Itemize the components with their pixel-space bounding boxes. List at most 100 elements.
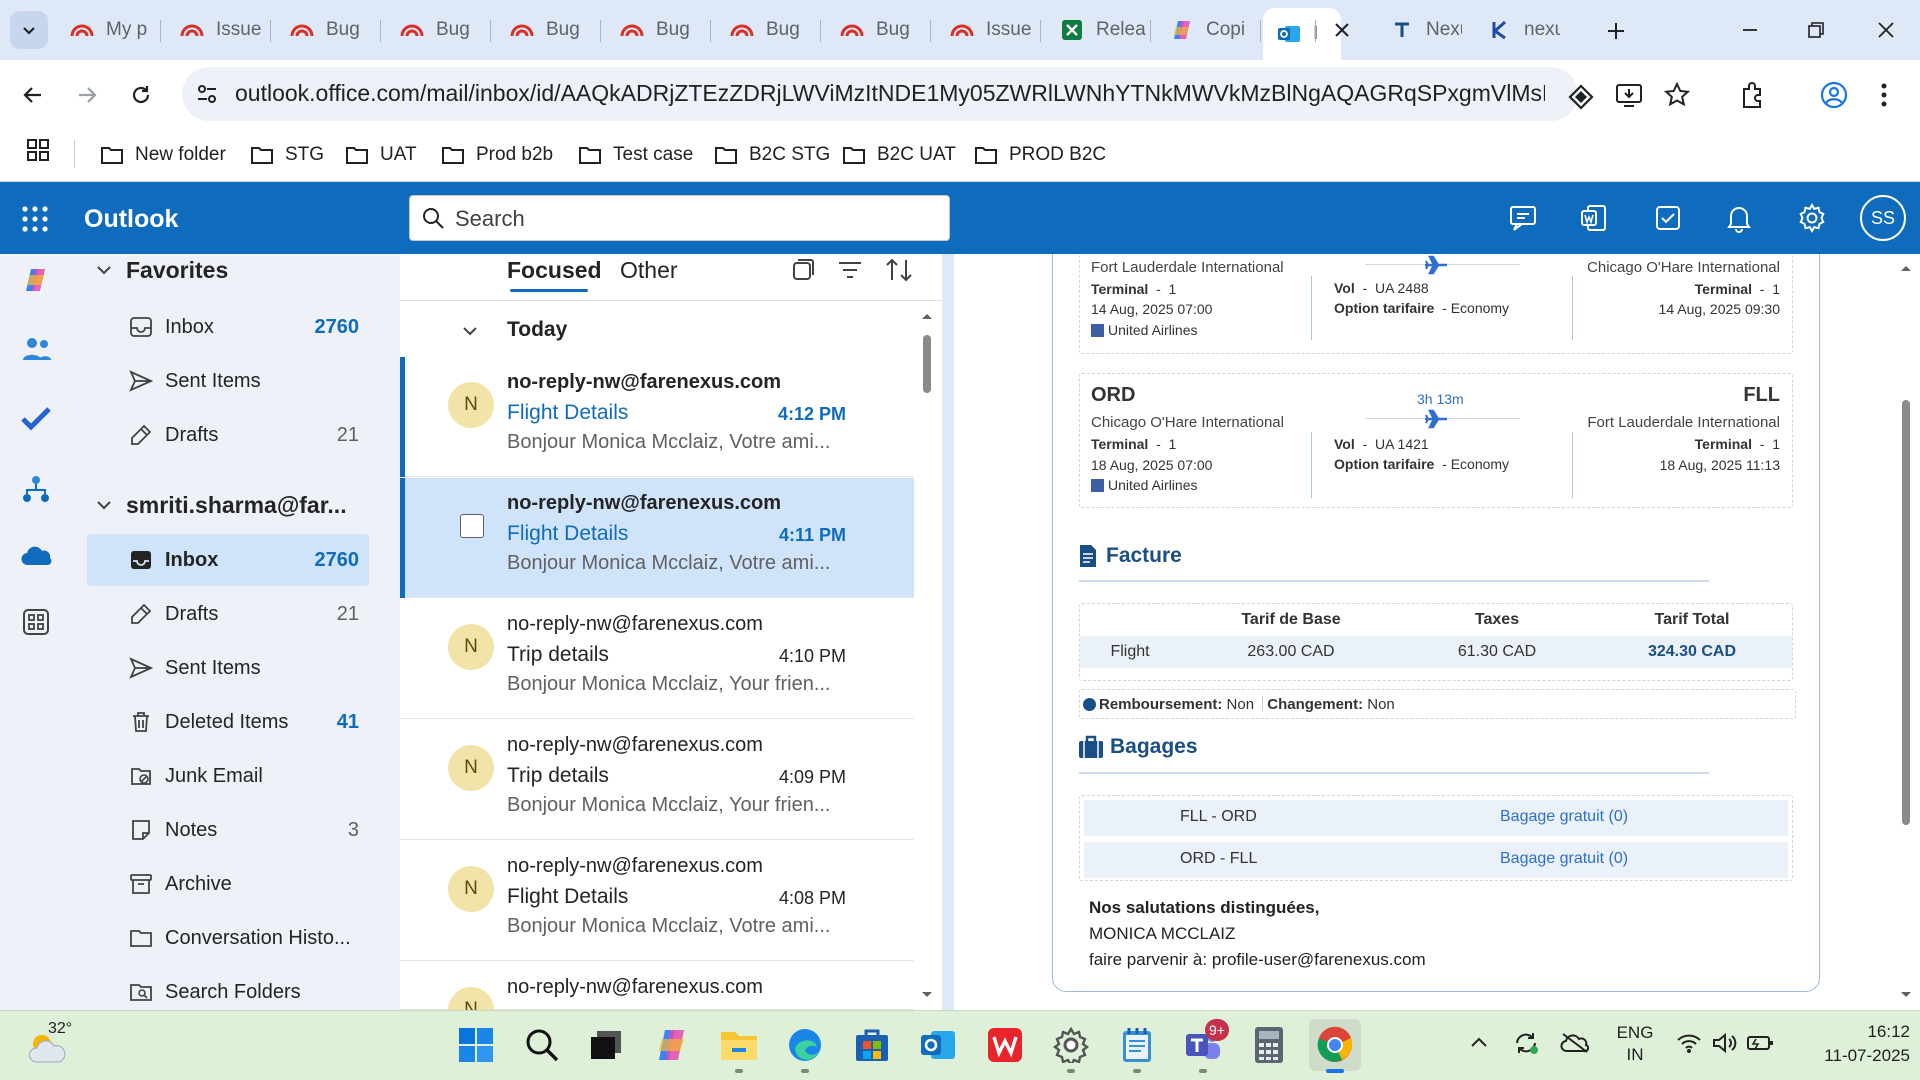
browser-tab-8[interactable]: Bug — [826, 10, 931, 50]
notifications-bell-icon[interactable] — [1726, 203, 1752, 233]
message-item[interactable]: Nno-reply-nw@farenexus.com Trip details 4:… — [400, 720, 914, 840]
bookmark-star-icon[interactable] — [1664, 82, 1690, 108]
weather-widget[interactable]: 32° — [26, 1020, 86, 1070]
onedrive-icon[interactable] — [20, 545, 52, 567]
folder-junk-email[interactable]: Junk Email — [87, 750, 369, 802]
notepad-icon[interactable] — [1115, 1023, 1159, 1067]
folder-sent-items[interactable]: Sent Items — [87, 642, 369, 694]
browser-tab-12[interactable]: I — [1263, 8, 1341, 60]
reload-button[interactable] — [124, 78, 158, 112]
favorites-collapse-chevron-icon[interactable] — [96, 262, 112, 278]
restore-button[interactable] — [1798, 14, 1834, 46]
forward-button[interactable] — [70, 78, 104, 112]
sender-avatar[interactable]: N — [448, 624, 494, 670]
org-explorer-icon[interactable] — [22, 474, 50, 504]
close-tab-icon[interactable] — [1334, 22, 1350, 38]
browser-tab-13[interactable]: Nexu — [1376, 10, 1466, 50]
reading-scroll-down-icon[interactable] — [1900, 991, 1912, 999]
task-view-icon[interactable] — [584, 1023, 628, 1067]
message-item[interactable]: Nno-reply-nw@farenexus.com Flight Details… — [400, 841, 914, 961]
outlook-taskbar-icon[interactable] — [916, 1023, 960, 1067]
tab-other[interactable]: Other — [620, 257, 678, 284]
teams-chat-icon[interactable] — [1508, 204, 1538, 232]
bookmark-5[interactable]: Test case — [578, 138, 693, 172]
sender-avatar[interactable]: N — [448, 866, 494, 912]
favorite-sent-items[interactable]: Sent Items — [87, 355, 369, 407]
sync-icon[interactable] — [1512, 1030, 1540, 1056]
my-day-icon[interactable] — [1654, 203, 1682, 233]
account-avatar[interactable]: SS — [1860, 195, 1906, 241]
folder-inbox[interactable]: Inbox 2760 — [87, 534, 369, 586]
clock[interactable]: 16:12 11-07-2025 — [1790, 1020, 1910, 1068]
extensions-icon[interactable] — [1740, 81, 1766, 109]
sender-avatar[interactable]: N — [448, 745, 494, 791]
account-collapse-chevron-icon[interactable] — [96, 497, 112, 513]
folder-drafts[interactable]: Drafts 21 — [87, 588, 369, 640]
bookmark-2[interactable]: STG — [250, 138, 324, 172]
volume-icon[interactable] — [1712, 1032, 1738, 1054]
folder-deleted-items[interactable]: Deleted Items 41 — [87, 696, 369, 748]
browser-tab-1[interactable]: My p — [56, 10, 161, 50]
browser-tab-10[interactable]: Relea — [1046, 10, 1151, 50]
sender-avatar[interactable]: N — [448, 382, 494, 428]
browser-tab-7[interactable]: Bug — [716, 10, 821, 50]
message-checkbox[interactable] — [460, 514, 484, 538]
profile-icon[interactable] — [1820, 81, 1848, 109]
browser-tab-14[interactable]: nexu — [1474, 10, 1564, 50]
browser-tab-4[interactable]: Bug — [386, 10, 491, 50]
group-header-today[interactable]: Today — [507, 318, 567, 342]
onedrive-offline-icon[interactable] — [1560, 1032, 1590, 1054]
message-item[interactable]: Nno-reply-nw@farenexus.com — [400, 962, 914, 1033]
apps-grid-icon[interactable] — [26, 138, 50, 162]
chrome-icon[interactable] — [1309, 1019, 1361, 1071]
todo-check-icon[interactable] — [21, 405, 51, 431]
new-tab-button[interactable] — [1601, 16, 1631, 46]
browser-tab-3[interactable]: Bug — [276, 10, 381, 50]
app-name[interactable]: Outlook — [84, 205, 178, 234]
tab-search-button[interactable] — [10, 11, 48, 49]
select-mode-icon[interactable] — [791, 258, 815, 282]
bookmark-4[interactable]: Prod b2b — [441, 138, 553, 172]
reading-scroll-up-icon[interactable] — [1900, 264, 1912, 272]
message-item[interactable]: Nno-reply-nw@farenexus.com Flight Details… — [400, 357, 914, 477]
bookmark-1[interactable]: New folder — [100, 138, 226, 172]
browser-tab-5[interactable]: Bug — [496, 10, 601, 50]
folder-notes[interactable]: Notes 3 — [87, 804, 369, 856]
bookmark-7[interactable]: B2C UAT — [842, 138, 956, 172]
browser-tab-9[interactable]: Issue — [936, 10, 1041, 50]
message-item[interactable]: Nno-reply-nw@farenexus.com Trip details 4:… — [400, 599, 914, 719]
microsoft-store-icon[interactable] — [850, 1023, 894, 1067]
bookmark-8[interactable]: PROD B2C — [974, 138, 1106, 172]
filter-icon[interactable] — [838, 260, 862, 280]
taskbar-search-icon[interactable] — [520, 1023, 564, 1067]
message-list-scroll-up-icon[interactable] — [921, 312, 933, 320]
account-header[interactable]: smriti.sharma@far... — [126, 492, 376, 519]
people-icon[interactable] — [22, 336, 52, 362]
favorites-header[interactable]: Favorites — [126, 257, 228, 284]
browser-menu-icon[interactable] — [1880, 82, 1888, 108]
favorite-inbox[interactable]: Inbox 2760 — [87, 301, 369, 353]
site-info-icon[interactable] — [195, 82, 219, 106]
wifi-icon[interactable] — [1676, 1032, 1702, 1054]
favorite-drafts[interactable]: Drafts 21 — [87, 409, 369, 461]
install-app-icon[interactable] — [1615, 82, 1643, 108]
battery-icon[interactable] — [1746, 1034, 1774, 1052]
close-window-button[interactable] — [1868, 14, 1904, 46]
folder-archive[interactable]: Archive — [87, 858, 369, 910]
reading-scrollbar-thumb[interactable] — [1902, 400, 1910, 825]
language-indicator[interactable]: ENG IN — [1614, 1022, 1656, 1066]
tray-overflow-chevron-icon[interactable] — [1470, 1036, 1488, 1048]
file-explorer-icon[interactable] — [717, 1023, 761, 1067]
browser-tab-2[interactable]: Issue — [166, 10, 271, 50]
edge-icon[interactable] — [783, 1023, 827, 1067]
extension-diamond-icon[interactable] — [1568, 84, 1594, 110]
wps-office-icon[interactable] — [983, 1023, 1027, 1067]
bookmark-3[interactable]: UAT — [345, 138, 417, 172]
message-list-scrollbar-thumb[interactable] — [923, 335, 931, 393]
browser-tab-11[interactable]: Copi — [1156, 10, 1261, 50]
search-placeholder[interactable]: Search — [455, 206, 525, 232]
group-collapse-chevron-icon[interactable] — [462, 323, 478, 339]
browser-tab-6[interactable]: Bug — [606, 10, 711, 50]
message-item[interactable]: no-reply-nw@farenexus.com Flight Details 4… — [400, 478, 914, 598]
more-apps-icon[interactable] — [22, 608, 50, 636]
